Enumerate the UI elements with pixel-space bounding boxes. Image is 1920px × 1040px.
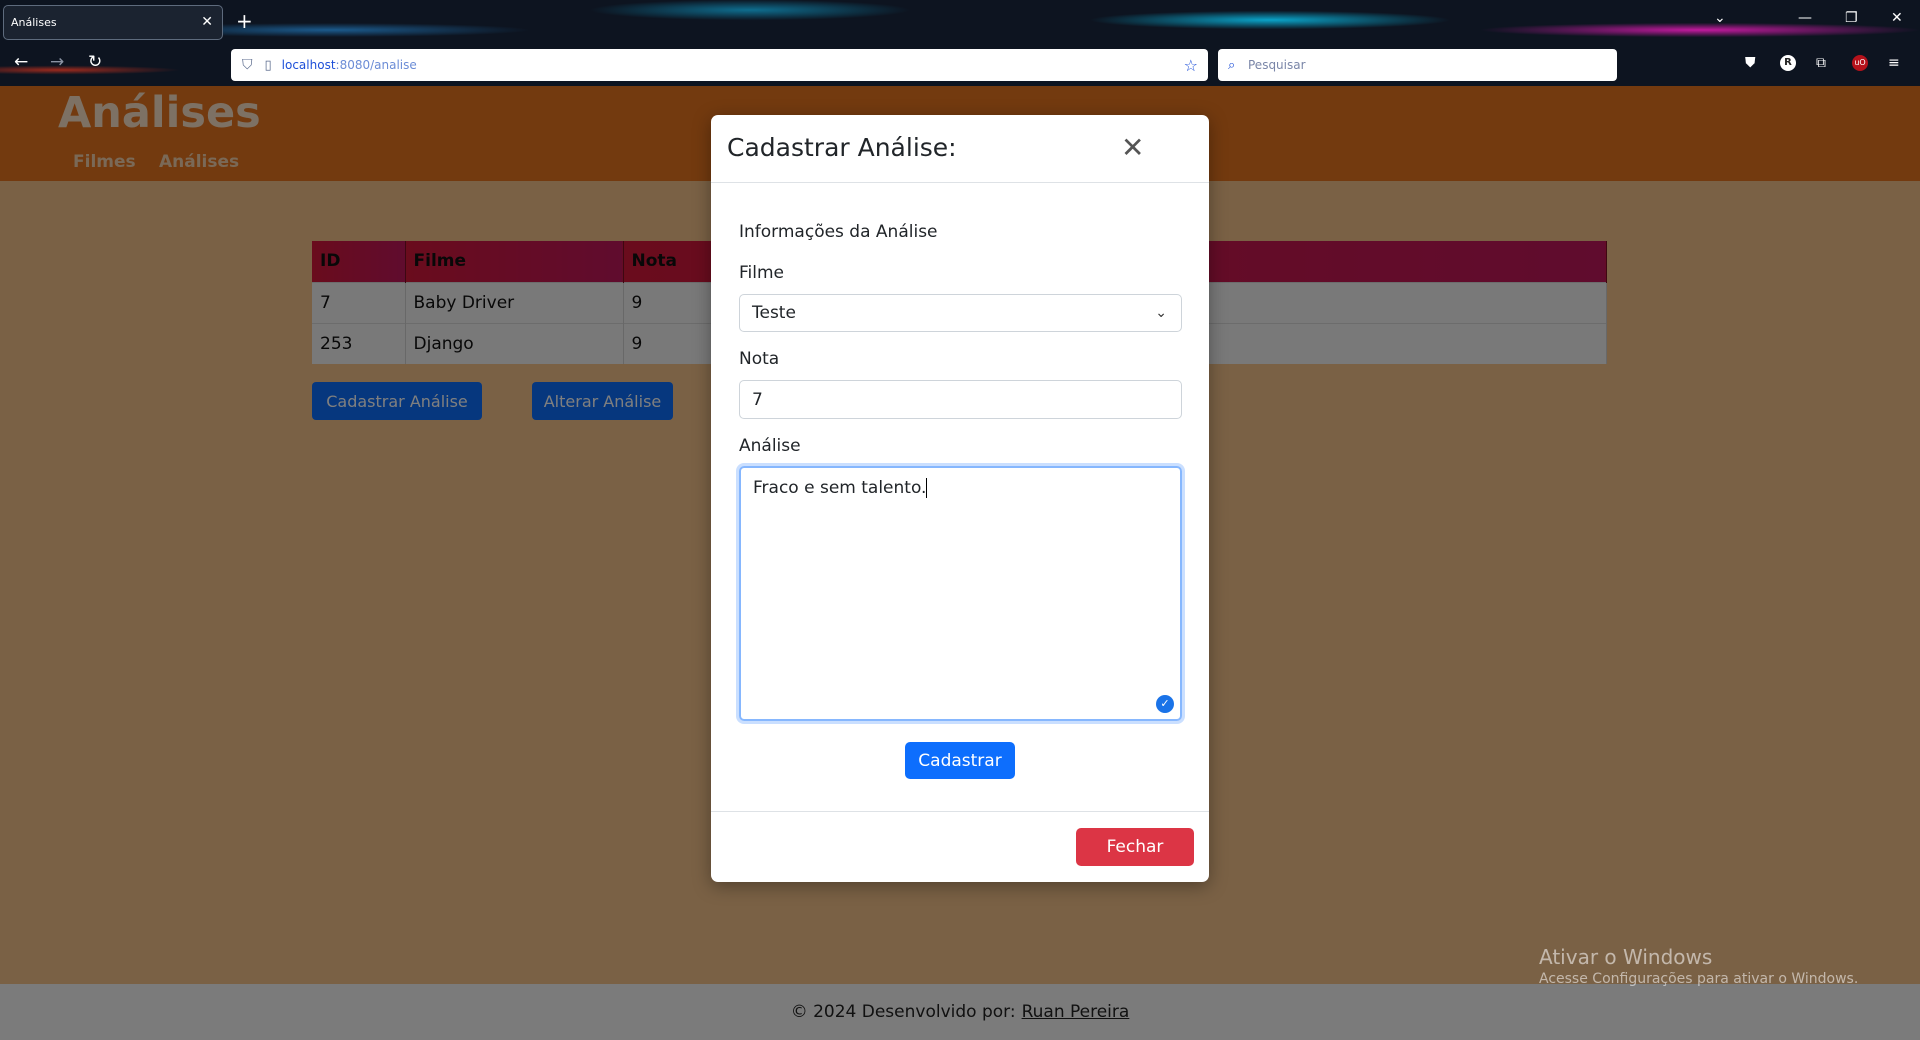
search-input[interactable]: ⌕ Pesquisar <box>1218 49 1617 81</box>
fechar-button[interactable]: Fechar <box>1076 828 1194 866</box>
reload-icon[interactable]: ↻ <box>88 52 102 72</box>
pocket-icon[interactable]: ⛊ <box>1745 55 1756 71</box>
shield-icon: ⛉ <box>242 57 253 73</box>
url-path: :8080/analise <box>335 58 417 72</box>
analise-textarea-value: Fraco e sem talento. <box>753 478 927 498</box>
back-icon[interactable]: ← <box>14 52 28 72</box>
browser-chrome: Análises ✕ + ⌄ — ❐ ✕ ← → ↻ ⛉ ▯ localhost… <box>0 0 1920 86</box>
profile-icon[interactable]: R <box>1780 55 1796 71</box>
filme-select-value: Teste <box>752 303 796 323</box>
close-icon[interactable]: ✕ <box>1121 131 1144 164</box>
menu-icon[interactable]: ≡ <box>1888 55 1900 71</box>
restore-icon[interactable]: ❐ <box>1845 10 1858 26</box>
extensions-icon[interactable]: ⧉ <box>1816 55 1826 71</box>
page-icon: ▯ <box>264 57 272 73</box>
search-icon: ⌕ <box>1228 57 1236 73</box>
url-bar[interactable]: ⛉ ▯ localhost:8080/analise ☆ <box>231 49 1208 81</box>
nota-label: Nota <box>739 349 780 369</box>
nota-input[interactable]: 7 <box>739 380 1182 419</box>
tab-title: Análises <box>11 16 57 29</box>
watermark-title: Ativar o Windows <box>1539 945 1713 969</box>
section-title: Informações da Análise <box>739 222 938 242</box>
ublock-icon[interactable]: uO <box>1852 55 1868 71</box>
cadastrar-analise-modal: Cadastrar Análise: ✕ Informações da Anál… <box>711 115 1209 882</box>
watermark-subtitle: Acesse Configurações para ativar o Windo… <box>1539 971 1859 987</box>
url-host: localhost <box>281 58 336 72</box>
url-text: localhost:8080/analise <box>282 58 417 72</box>
close-window-icon[interactable]: ✕ <box>1891 10 1903 26</box>
browser-tab[interactable]: Análises ✕ <box>3 5 223 40</box>
filme-label: Filme <box>739 263 785 283</box>
modal-title: Cadastrar Análise: <box>727 133 957 162</box>
analise-textarea[interactable]: Fraco e sem talento. ✓ <box>739 466 1182 721</box>
search-placeholder: Pesquisar <box>1248 58 1306 72</box>
forward-icon[interactable]: → <box>50 52 64 72</box>
filme-select[interactable]: Teste ⌄ <box>739 294 1182 332</box>
windows-activation-watermark: Ativar o Windows Acesse Configurações pa… <box>1539 945 1858 987</box>
tab-list-icon[interactable]: ⌄ <box>1714 10 1726 26</box>
analise-label: Análise <box>739 436 801 456</box>
modal-header: Cadastrar Análise: ✕ <box>711 115 1209 183</box>
tab-close-icon[interactable]: ✕ <box>201 14 213 30</box>
cadastrar-submit-button[interactable]: Cadastrar <box>905 742 1015 779</box>
grammar-check-icon[interactable]: ✓ <box>1156 695 1174 713</box>
text-caret <box>926 478 928 498</box>
new-tab-icon[interactable]: + <box>236 9 253 33</box>
modal-footer: Fechar <box>711 811 1209 882</box>
nota-input-value: 7 <box>752 389 763 410</box>
chevron-down-icon: ⌄ <box>1155 305 1167 321</box>
bookmark-star-icon[interactable]: ☆ <box>1184 56 1198 75</box>
minimize-icon[interactable]: — <box>1798 10 1812 26</box>
